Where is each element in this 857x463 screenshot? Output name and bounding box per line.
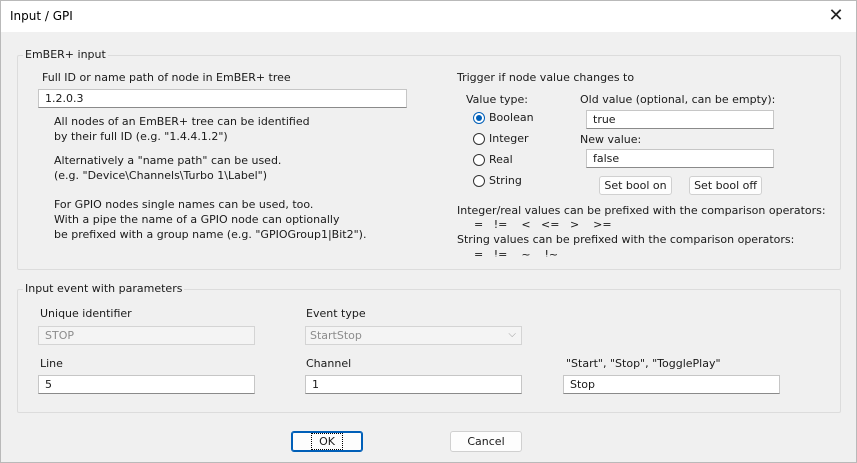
old-value-input[interactable]: true [586,110,774,129]
channel-label: Channel [306,357,352,370]
string-operators-list: = != ~ !~ [474,248,559,257]
input-event-group [17,289,841,413]
radio-string-circle [473,175,485,187]
new-value-input[interactable]: false [586,149,774,168]
set-bool-off-button[interactable]: Set bool off [689,176,762,195]
int-operators-note: Integer/real values can be prefixed with… [457,204,826,217]
radio-integer-label: Integer [489,132,529,145]
radio-integer-circle [473,133,485,145]
new-value-label: New value: [580,133,642,146]
parameter-input[interactable]: Stop [563,375,780,394]
channel-input[interactable]: 1 [305,375,522,394]
node-path-label: Full ID or name path of node in EmBER+ t… [42,71,291,84]
radio-real-label: Real [489,153,513,166]
line-label: Line [40,357,63,370]
set-bool-on-button[interactable]: Set bool on [599,176,672,195]
old-value-label: Old value (optional, can be empty): [580,93,776,106]
help-text-name-path: Alternatively a "name path" can be used.… [54,154,282,182]
ok-button-label: OK [311,433,343,450]
unique-id-input[interactable]: STOP [38,326,255,345]
parameter-label: "Start", "Stop", "TogglePlay" [566,357,721,370]
event-type-label: Event type [306,307,366,320]
event-type-value: StartStop [310,329,362,342]
int-operators-list: = != < <= > >= [474,218,612,231]
close-icon[interactable]: ✕ [816,1,856,32]
radio-boolean-circle [473,112,485,124]
event-type-select[interactable]: StartStop ⌵ [305,326,522,345]
title-bar: Input / GPI ✕ [1,1,856,32]
value-type-label: Value type: [466,93,528,106]
window-title: Input / GPI [10,9,73,23]
radio-string-label: String [489,174,522,187]
chevron-down-icon: ⌵ [508,329,516,340]
cancel-button[interactable]: Cancel [450,431,522,452]
help-text-gpio: For GPIO nodes single names can be used,… [54,198,367,241]
line-input[interactable]: 5 [38,375,255,394]
dialog-window: Input / GPI ✕ EmBER+ input Full ID or na… [0,0,857,463]
string-operators-note: String values can be prefixed with the c… [457,233,795,246]
unique-id-label: Unique identifier [40,307,132,320]
trigger-label: Trigger if node value changes to [457,71,635,84]
ok-button[interactable]: OK [291,431,363,452]
help-text-full-id: All nodes of an EmBER+ tree can be ident… [54,115,310,143]
node-path-input[interactable]: 1.2.0.3 [38,89,407,108]
radio-real-circle [473,154,485,166]
ember-group-title: EmBER+ input [23,48,108,61]
event-group-title: Input event with parameters [23,282,185,295]
radio-boolean-label: Boolean [489,111,534,124]
